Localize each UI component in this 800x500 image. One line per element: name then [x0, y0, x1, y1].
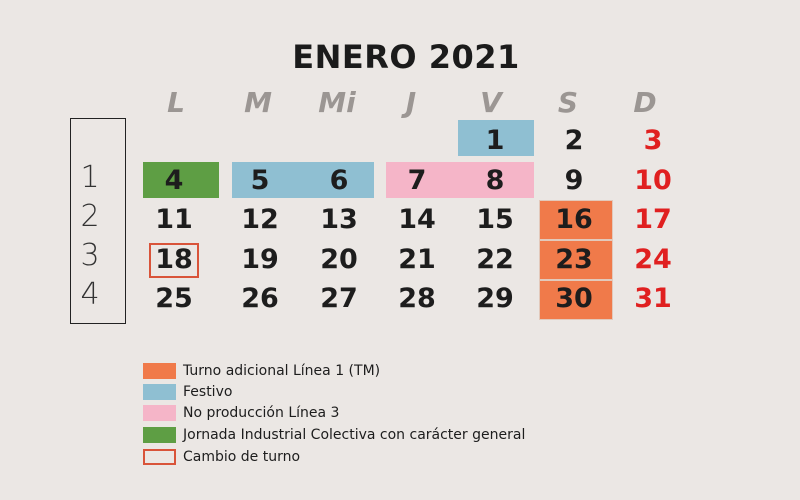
date-cell: 30 — [555, 283, 593, 314]
date-cell: 22 — [476, 244, 514, 275]
day-header-monday: L — [167, 86, 185, 119]
date-cell: 14 — [398, 204, 436, 235]
week-number: 2 — [80, 199, 100, 234]
day-header-tuesday: M — [244, 86, 272, 119]
date-cell: 19 — [241, 244, 279, 275]
date-cell: 31 — [634, 283, 672, 314]
legend-label: No producción Línea 3 — [183, 405, 340, 421]
week-number: 1 — [80, 160, 100, 195]
date-cell: 20 — [320, 244, 358, 275]
legend-label: Festivo — [183, 384, 233, 400]
date-cell: 7 — [407, 165, 427, 196]
date-cell: 8 — [485, 165, 505, 196]
day-header-thursday: J — [405, 86, 417, 119]
date-cell: 17 — [634, 204, 672, 235]
date-cell: 23 — [555, 244, 593, 275]
date-cell: 15 — [476, 204, 514, 235]
legend-label: Turno adicional Línea 1 (TM) — [183, 363, 381, 379]
date-cell: 12 — [241, 204, 279, 235]
date-cell: 9 — [564, 165, 584, 196]
legend-label: Jornada Industrial Colectiva con carácte… — [183, 427, 526, 443]
date-cell: 26 — [241, 283, 279, 314]
date-cell: 28 — [398, 283, 436, 314]
calendar-title: ENERO 2021 — [292, 38, 520, 76]
legend-swatch — [143, 427, 176, 443]
date-cell: 6 — [329, 165, 349, 196]
legend-swatch — [143, 405, 176, 421]
date-cell: 18 — [155, 244, 193, 275]
week-number: 3 — [80, 238, 100, 273]
date-cell: 10 — [634, 165, 672, 196]
week-number: 4 — [80, 277, 100, 312]
date-cell: 5 — [250, 165, 270, 196]
legend-item-jornada-industrial: Jornada Industrial Colectiva con carácte… — [143, 426, 525, 444]
date-cell: 25 — [155, 283, 193, 314]
legend-item-turno-adicional: Turno adicional Línea 1 (TM) — [143, 362, 380, 380]
legend-swatch — [143, 449, 176, 465]
date-cell: 24 — [634, 244, 672, 275]
day-header-saturday: S — [557, 86, 579, 119]
date-cell: 2 — [564, 125, 584, 156]
date-cell: 4 — [164, 165, 184, 196]
legend-swatch — [143, 384, 176, 400]
legend-label: Cambio de turno — [183, 449, 301, 465]
legend-swatch — [143, 363, 176, 379]
legend-item-festivo: Festivo — [143, 383, 232, 401]
date-cell: 21 — [398, 244, 436, 275]
date-cell: 1 — [485, 125, 505, 156]
date-cell: 16 — [555, 204, 593, 235]
legend-item-cambio-turno: Cambio de turno — [143, 448, 300, 466]
legend-item-no-produccion: No producción Línea 3 — [143, 404, 339, 422]
date-cell: 27 — [320, 283, 358, 314]
date-cell: 11 — [155, 204, 193, 235]
day-header-wednesday: Mi — [318, 86, 356, 119]
date-cell: 3 — [643, 125, 663, 156]
day-header-sunday: D — [633, 86, 657, 119]
date-cell: 29 — [476, 283, 514, 314]
date-cell: 13 — [320, 204, 358, 235]
day-header-friday: V — [480, 86, 502, 119]
